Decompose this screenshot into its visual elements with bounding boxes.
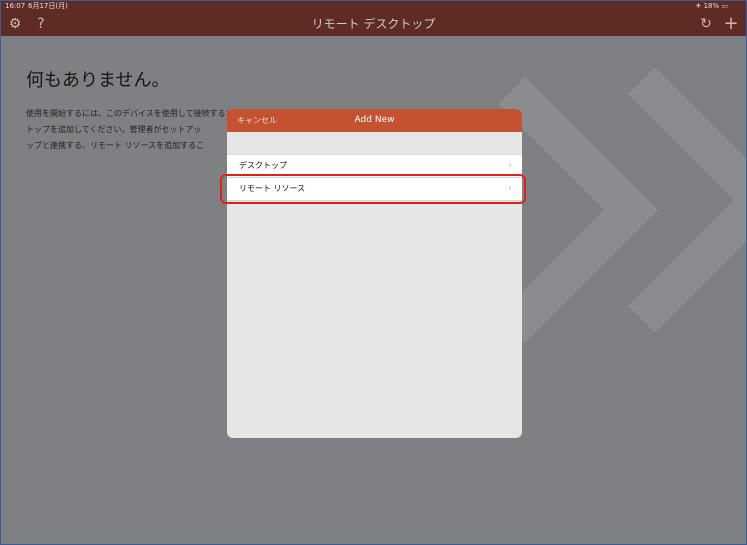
add-new-modal: キャンセル Add New デスクトップ › リモート リソース › [227,109,522,438]
app-window: 16:07 6月17日(月) ✈ 18% ▭ ⚙ ? リモート デスクトップ ↻… [0,0,747,545]
empty-state-heading: 何もありません。 [26,70,170,91]
status-indicators: ✈ 18% ▭ [695,2,729,10]
modal-title: Add New [354,115,395,125]
add-icon[interactable]: + [723,15,739,33]
nav-bar: ⚙ ? リモート デスクトップ ↻ + [1,12,746,36]
status-bar: 16:07 6月17日(月) ✈ 18% ▭ [1,1,746,12]
page-title: リモート デスクトップ [311,17,436,31]
refresh-icon[interactable]: ↻ [698,16,714,32]
status-date: 6月17日(月) [28,2,68,10]
status-time: 16:07 [5,2,26,10]
highlight-annotation [220,174,526,204]
modal-header: キャンセル Add New [227,109,522,132]
